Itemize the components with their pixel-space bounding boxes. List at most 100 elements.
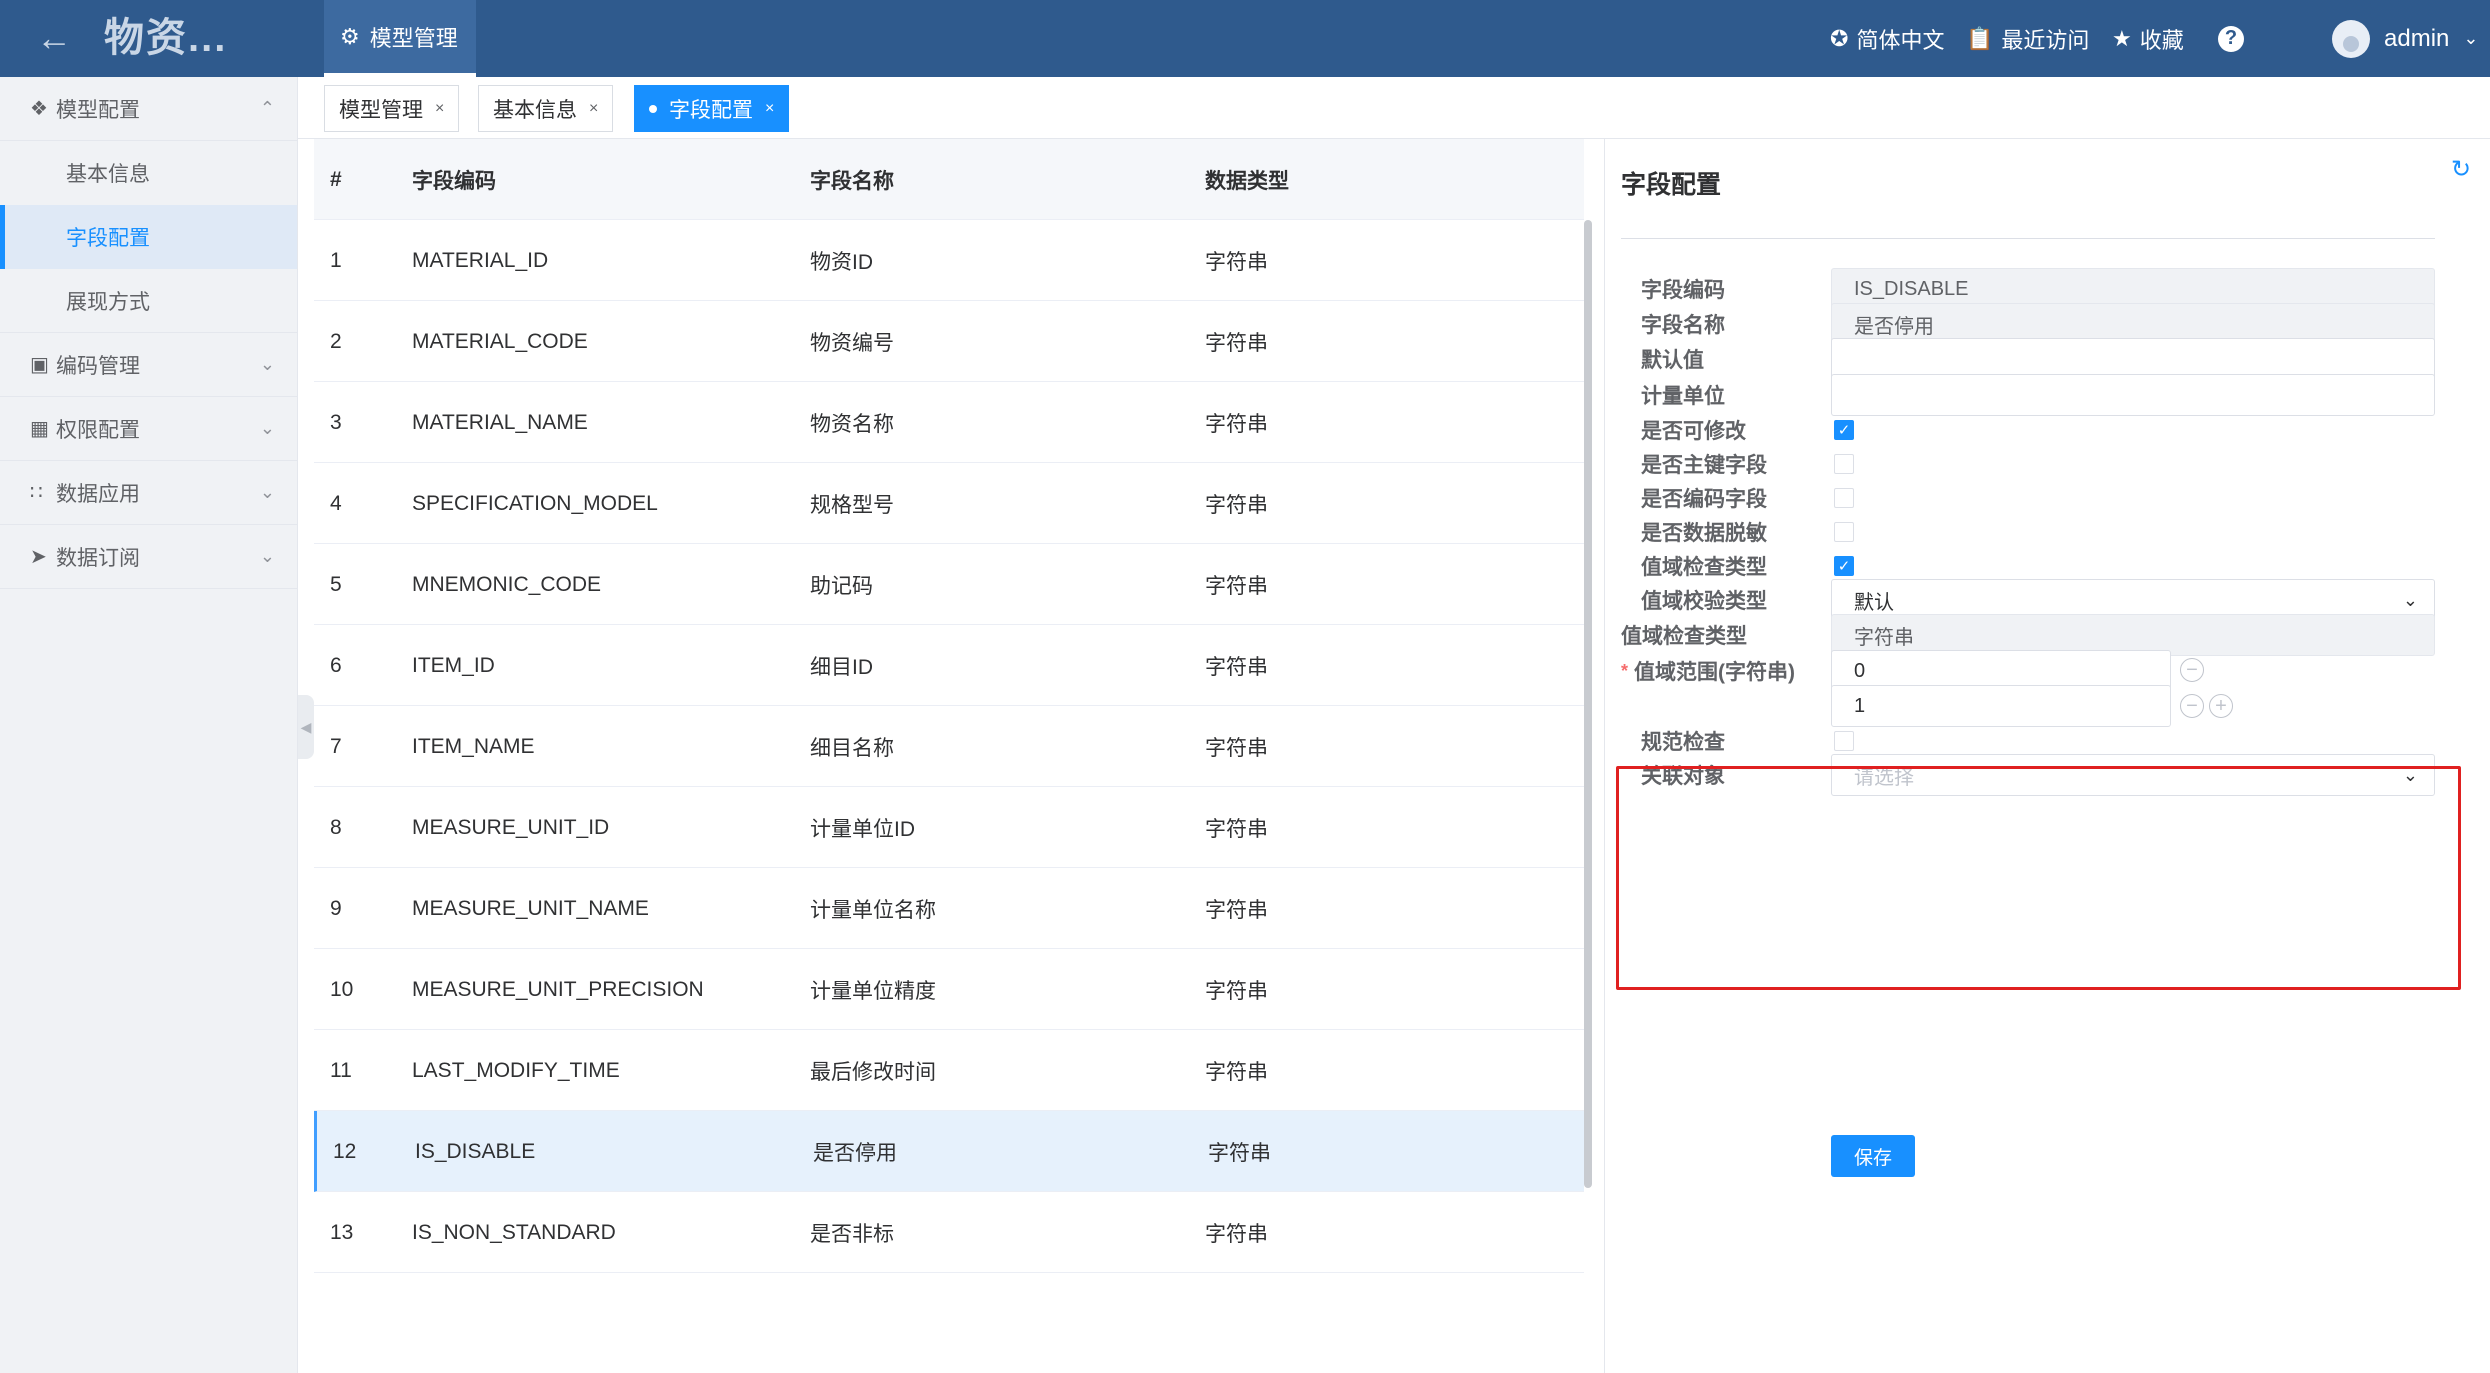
cell-field-name: 计量单位ID (810, 817, 915, 841)
cell-field-code: MNEMONIC_CODE (412, 572, 602, 596)
tab-basic-info[interactable]: 基本信息 × (478, 85, 614, 132)
sidebar-group-model-config[interactable]: ❖ 模型配置 ⌃ (0, 77, 297, 141)
app-title: 物资... (104, 16, 228, 60)
cell-field-name: 细目ID (810, 655, 873, 679)
sidebar-group-data-subscription[interactable]: ➤ 数据订阅 ⌄ (0, 525, 297, 589)
field-config-panel: 字段配置 ↻ 字段编码 IS_DISABLE 字段名称 是否停用 默认值 计量单… (1604, 139, 2490, 1373)
close-icon[interactable]: × (589, 100, 598, 118)
check-type-label: 值域检查类型 (1621, 625, 1747, 648)
help-button[interactable]: ? (2218, 0, 2244, 77)
plus-circle-icon[interactable]: + (2209, 694, 2233, 718)
recent-visits[interactable]: 📋 最近访问 (1966, 0, 2089, 77)
cell-data-type: 字符串 (1205, 574, 1268, 598)
table-row[interactable]: 6 ITEM_ID 细目ID 字符串 (314, 625, 1584, 706)
panel-collapse-handle[interactable]: ◀ (298, 695, 314, 759)
refresh-icon[interactable]: ↻ (2451, 155, 2471, 184)
language-switch[interactable]: ✪ 简体中文 (1830, 0, 1944, 77)
close-icon[interactable]: × (765, 100, 774, 118)
table-row[interactable]: 11 LAST_MODIFY_TIME 最后修改时间 字符串 (314, 1030, 1584, 1111)
sidebar-item-field-config[interactable]: 字段配置 (0, 205, 297, 269)
unit-input[interactable] (1831, 374, 2435, 416)
cell-field-code: MEASURE_UNIT_ID (412, 815, 610, 839)
sidebar-group-label: 编码管理 (56, 354, 140, 378)
cell-field-code: IS_DISABLE (415, 1139, 536, 1163)
cell-index: 3 (330, 410, 342, 434)
favorites[interactable]: ★ 收藏 (2112, 0, 2184, 77)
user-name: admin (2384, 24, 2450, 52)
favorites-label: 收藏 (2139, 27, 2184, 53)
cell-field-name: 计量单位精度 (810, 979, 936, 1003)
cell-data-type: 字符串 (1208, 1141, 1271, 1165)
spec-check-checkbox[interactable] (1834, 731, 1854, 751)
table-row[interactable]: 8 MEASURE_UNIT_ID 计量单位ID 字符串 (314, 787, 1584, 868)
close-icon[interactable]: × (435, 100, 444, 118)
cell-data-type: 字符串 (1205, 250, 1268, 274)
range-label-text: 值域范围(字符串) (1634, 661, 1796, 684)
recent-label: 最近访问 (2001, 27, 2090, 53)
tab-model-management[interactable]: 模型管理 × (324, 85, 460, 132)
cell-data-type: 字符串 (1205, 1222, 1268, 1246)
table-row[interactable]: 13 IS_NON_STANDARD 是否非标 字符串 (314, 1192, 1584, 1273)
chevron-down-icon: ⌄ (259, 546, 275, 566)
cell-field-code: LAST_MODIFY_TIME (412, 1058, 620, 1082)
save-button[interactable]: 保存 (1831, 1135, 1915, 1177)
table-row[interactable]: 12 IS_DISABLE 是否停用 字符串 (314, 1111, 1584, 1192)
sidebar-group-permission-config[interactable]: ▦ 权限配置 ⌄ (0, 397, 297, 461)
module-tab-model-management[interactable]: ⚙ 模型管理 (324, 0, 476, 77)
default-value-label: 默认值 (1641, 349, 1704, 372)
editable-checkbox[interactable]: ✓ (1834, 420, 1854, 440)
sidebar: ❖ 模型配置 ⌃ 基本信息 字段配置 展现方式 ▣ 编码管理 ⌄ ▦ 权限配置 … (0, 77, 298, 1373)
grid-icon: ∷ (30, 482, 43, 504)
cell-index: 11 (330, 1058, 352, 1082)
sidebar-group-data-application[interactable]: ∷ 数据应用 ⌄ (0, 461, 297, 525)
range-check-checkbox[interactable]: ✓ (1834, 556, 1854, 576)
primary-key-checkbox[interactable] (1834, 454, 1854, 474)
column-header-code: 字段编码 (412, 169, 496, 193)
tab-field-config[interactable]: 字段配置 × (634, 85, 790, 132)
user-menu[interactable]: admin ⌄ (2332, 0, 2478, 77)
column-header-type: 数据类型 (1205, 169, 1289, 193)
minus-circle-icon[interactable]: − (2180, 694, 2204, 718)
cell-field-code: IS_NON_STANDARD (412, 1220, 616, 1244)
cell-index: 9 (330, 896, 342, 920)
coding-field-checkbox[interactable] (1834, 488, 1854, 508)
sidebar-item-display-mode[interactable]: 展现方式 (0, 269, 297, 333)
sidebar-group-label: 数据订阅 (56, 546, 140, 570)
lock-icon: ▦ (30, 418, 49, 440)
module-tab-label: 模型管理 (369, 25, 458, 51)
table-row[interactable]: 5 MNEMONIC_CODE 助记码 字符串 (314, 544, 1584, 625)
data-masking-checkbox[interactable] (1834, 522, 1854, 542)
field-table: # 字段编码 字段名称 数据类型 1 MATERIAL_ID 物资ID 字符串 2 MAT… (314, 139, 1594, 1319)
minus-circle-icon[interactable]: − (2180, 658, 2204, 682)
table-row[interactable]: 1 MATERIAL_ID 物资ID 字符串 (314, 220, 1584, 301)
chevron-down-icon: ⌄ (259, 354, 275, 374)
table-row[interactable]: 3 MATERIAL_NAME 物资名称 字符串 (314, 382, 1584, 463)
range-max-input[interactable]: 1 (1831, 685, 2171, 727)
sidebar-item-label: 基本信息 (66, 163, 150, 186)
cell-data-type: 字符串 (1205, 1060, 1268, 1084)
table-scrollbar[interactable] (1584, 220, 1592, 1188)
language-label: 简体中文 (1856, 27, 1945, 53)
table-row[interactable]: 2 MATERIAL_CODE 物资编号 字符串 (314, 301, 1584, 382)
chevron-up-icon: ⌃ (259, 98, 275, 118)
table-row[interactable]: 10 MEASURE_UNIT_PRECISION 计量单位精度 字符串 (314, 949, 1584, 1030)
send-icon: ➤ (30, 546, 47, 568)
table-row[interactable]: 4 SPECIFICATION_MODEL 规格型号 字符串 (314, 463, 1584, 544)
table-row[interactable]: 7 ITEM_NAME 细目名称 字符串 (314, 706, 1584, 787)
sidebar-item-basic-info[interactable]: 基本信息 (0, 141, 297, 205)
cell-field-name: 规格型号 (810, 493, 894, 517)
cell-data-type: 字符串 (1205, 817, 1268, 841)
table-row[interactable]: 9 MEASURE_UNIT_NAME 计量单位名称 字符串 (314, 868, 1584, 949)
chevron-down-icon: ⌄ (2402, 589, 2418, 610)
cell-index: 2 (330, 329, 342, 353)
validate-type-value: 默认 (1854, 591, 1894, 614)
chevron-down-icon: ⌄ (2463, 28, 2479, 48)
cell-field-name: 物资编号 (810, 331, 894, 355)
arrow-left-icon[interactable]: ← (36, 18, 72, 58)
sidebar-item-label: 字段配置 (66, 227, 150, 250)
sidebar-group-code-management[interactable]: ▣ 编码管理 ⌄ (0, 333, 297, 397)
field-code-label: 字段编码 (1641, 279, 1725, 302)
cell-field-code: MATERIAL_ID (412, 248, 549, 272)
cell-data-type: 字符串 (1205, 331, 1268, 355)
tab-label: 模型管理 (339, 98, 423, 122)
